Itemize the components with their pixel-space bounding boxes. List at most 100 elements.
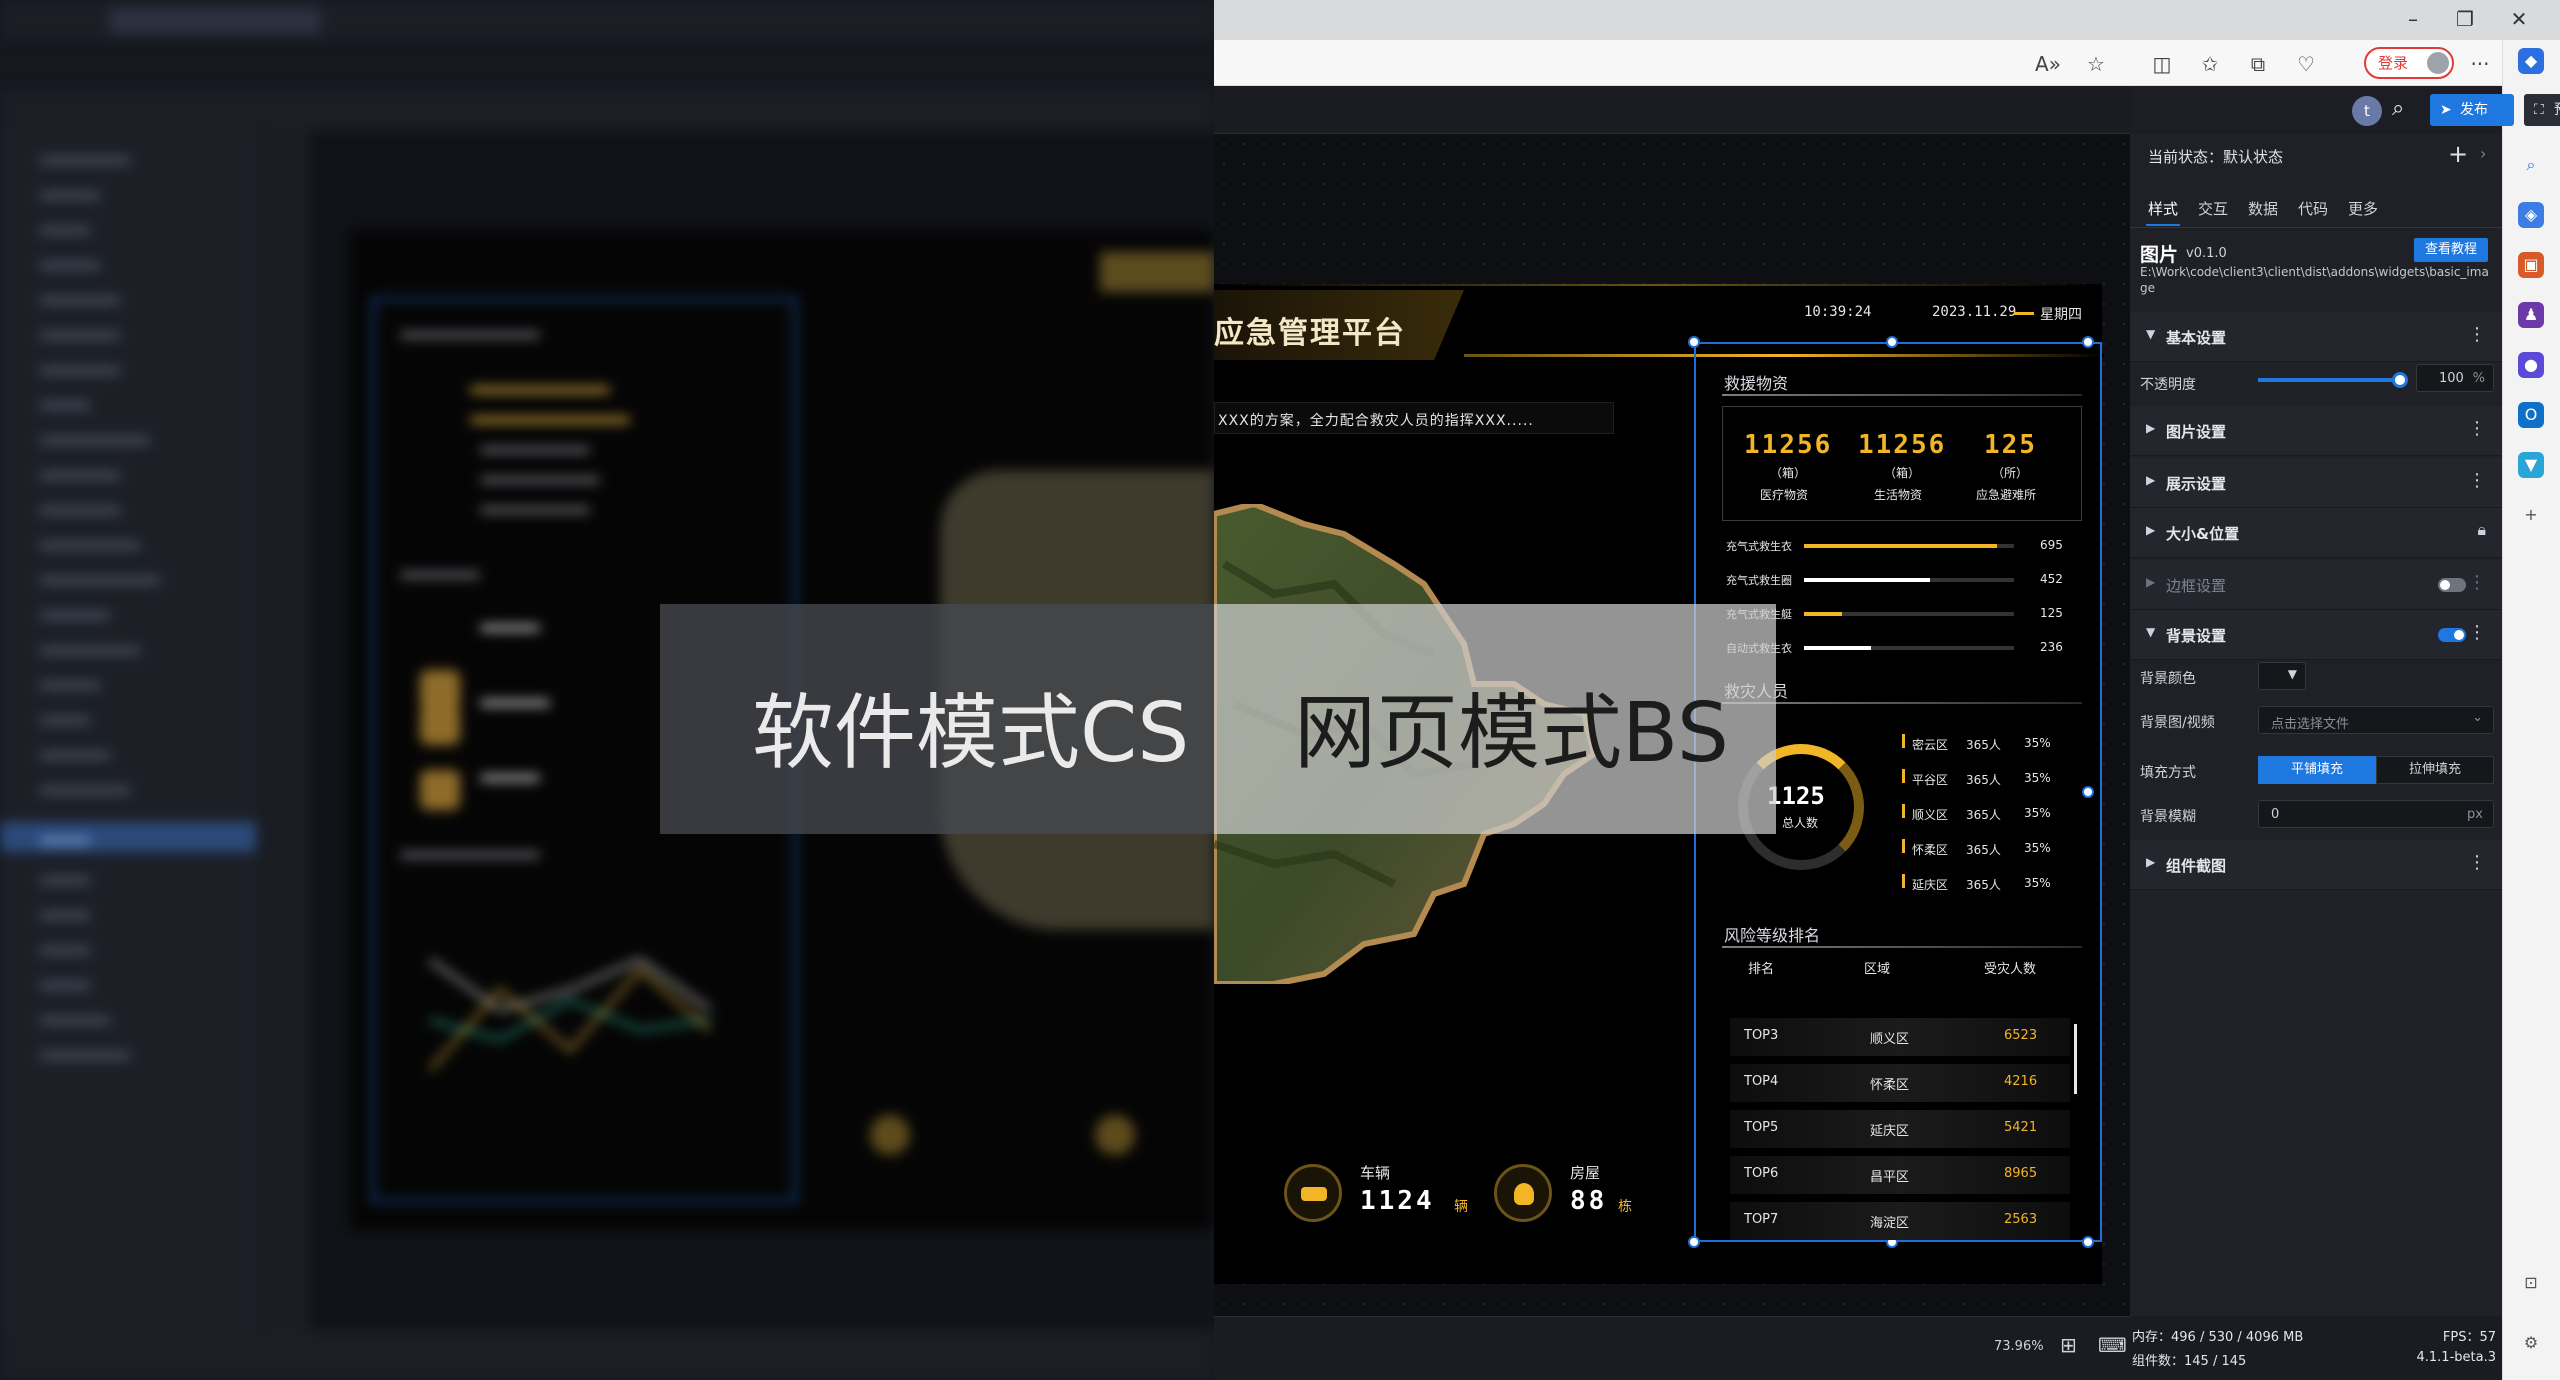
resize-handle[interactable]	[1688, 1236, 1700, 1248]
section-border[interactable]: ▶ 边框设置 ⋮	[2130, 560, 2502, 610]
search-icon[interactable]: ⌕	[2392, 96, 2404, 121]
victim-row-count: 365人	[1966, 738, 2001, 752]
tab-data[interactable]: 数据	[2248, 198, 2278, 219]
bg-color-picker[interactable]: ▼	[2258, 662, 2306, 690]
rescue-card-unit: （箱）	[1770, 466, 1807, 480]
rescue-bar-value: 236	[2040, 640, 2063, 654]
border-toggle[interactable]	[2438, 578, 2466, 592]
zoom-level[interactable]: 73.96%	[1994, 1339, 2044, 1354]
section-screenshot[interactable]: ▶ 组件截图 ⋮	[2130, 840, 2502, 890]
dashboard-title: 应急管理平台	[1214, 316, 1406, 351]
section-display[interactable]: ▶ 展示设置 ⋮	[2130, 458, 2502, 508]
component-path: E:\Work\code\client3\client\dist\addons\…	[2140, 265, 2489, 295]
minimize-icon[interactable]: –	[2400, 6, 2426, 32]
bg-image-select[interactable]: 点击选择文件 ⌄	[2258, 706, 2494, 734]
outlook-icon[interactable]: O	[2518, 402, 2544, 428]
opacity-slider-fill	[2258, 378, 2400, 382]
shopping-tag-icon[interactable]: ◈	[2518, 202, 2544, 228]
active-tab-indicator	[2146, 224, 2180, 226]
fit-screen-icon[interactable]: ⊞	[2060, 1333, 2077, 1357]
resize-handle[interactable]	[2082, 786, 2094, 798]
marquee-text: XXX的方案，全力配合救灾人员的指挥XXX.....	[1218, 413, 1534, 429]
horizontal-ruler: 1000110012001300140015001600170018001900	[1214, 86, 2130, 160]
publish-button[interactable]: ➤ 发布	[2430, 94, 2514, 126]
chevron-right-icon[interactable]: ›	[2480, 144, 2486, 163]
search-icon[interactable]: ⌕	[2518, 152, 2544, 178]
clock-date: 2023.11.29	[1932, 304, 2017, 320]
risk-scrollbar[interactable]	[2074, 1024, 2077, 1094]
view-tutorial-button[interactable]: 查看教程	[2414, 238, 2488, 262]
browser-essentials-icon[interactable]: ♡	[2292, 50, 2320, 78]
background-toggle[interactable]	[2438, 628, 2466, 642]
add-icon[interactable]: +	[2518, 502, 2544, 528]
drop-icon[interactable]: ▼	[2518, 452, 2544, 478]
more-vertical-icon[interactable]: ⋮	[2468, 418, 2486, 439]
section-image[interactable]: ▶ 图片设置 ⋮	[2130, 406, 2502, 456]
favorites-icon[interactable]: ✩	[2196, 50, 2224, 78]
login-button[interactable]: 登录	[2364, 47, 2454, 79]
opacity-input[interactable]: 100 %	[2416, 364, 2494, 392]
more-vertical-icon[interactable]: ⋮	[2468, 470, 2486, 491]
settings-gear-icon[interactable]: ⚙	[2518, 1330, 2544, 1356]
more-vertical-icon[interactable]: ⋮	[2468, 852, 2486, 873]
resize-handle[interactable]	[2082, 336, 2094, 348]
risk-row-rank: TOP4	[1744, 1074, 1779, 1089]
clock-time: 10:39:24	[1804, 304, 1872, 320]
risk-row-count: 4216	[2004, 1074, 2038, 1089]
resize-handle[interactable]	[1886, 336, 1898, 348]
resize-handle[interactable]	[1688, 336, 1700, 348]
house-value: 88	[1570, 1186, 1608, 1216]
user-avatar[interactable]: t	[2352, 96, 2382, 126]
component-count: 组件数：145 / 145	[2132, 1354, 2247, 1369]
tab-interaction[interactable]: 交互	[2198, 198, 2228, 219]
tab-more[interactable]: 更多	[2348, 198, 2378, 219]
keyboard-icon[interactable]: ⌨	[2098, 1333, 2127, 1357]
fill-tile-button[interactable]: 平铺填充	[2258, 756, 2376, 784]
lock-icon[interactable]: 🔒︎	[2477, 520, 2486, 540]
victim-row-percent: 35%	[2024, 841, 2051, 855]
collections-icon[interactable]: ⧉	[2244, 50, 2272, 78]
favorite-star-icon[interactable]: ☆	[2082, 50, 2110, 78]
opacity-slider-handle[interactable]	[2392, 372, 2408, 388]
risk-row-count: 5421	[2004, 1120, 2038, 1135]
split-screen-icon[interactable]: ◫	[2148, 50, 2176, 78]
section-background[interactable]: ▼ 背景设置 ⋮	[2130, 610, 2502, 660]
more-vertical-icon[interactable]: ⋮	[2468, 622, 2486, 643]
tab-code[interactable]: 代码	[2298, 198, 2328, 219]
rescue-bar-fill	[1804, 646, 1871, 650]
section-size-position[interactable]: ▶ 大小&位置 🔒︎	[2130, 508, 2502, 558]
rescue-bar-fill	[1804, 544, 1997, 548]
victim-row-district: 延庆区	[1912, 878, 1949, 892]
house-unit: 栋	[1618, 1199, 1632, 1215]
close-icon[interactable]: ✕	[2506, 6, 2532, 32]
victim-row-percent: 35%	[2024, 736, 2051, 750]
more-vertical-icon[interactable]: ⋮	[2468, 324, 2486, 345]
chevron-right-icon: ▶	[2146, 473, 2156, 487]
chevron-right-icon: ▶	[2146, 575, 2156, 589]
opacity-slider-track[interactable]	[2258, 372, 2408, 388]
bs-mode-text: 网页模式BS	[1294, 686, 1729, 781]
vehicle-unit: 辆	[1454, 1199, 1468, 1215]
fill-stretch-button[interactable]: 拉伸填充	[2376, 756, 2494, 784]
status-bar: 内存：496 / 530 / 4096 MB 组件数：145 / 145 FPS…	[2130, 1316, 2502, 1380]
victim-row-percent: 35%	[2024, 771, 2051, 785]
preview-button[interactable]: ⛶ 预览 ⌄	[2524, 94, 2560, 126]
microsoft365-icon[interactable]: ●	[2518, 352, 2544, 378]
read-aloud-icon[interactable]: A»	[2034, 50, 2062, 78]
resize-handle[interactable]	[2082, 1236, 2094, 1248]
restore-icon[interactable]: ❐	[2452, 6, 2478, 32]
tab-style[interactable]: 样式	[2148, 198, 2178, 219]
add-state-icon[interactable]: +	[2448, 140, 2468, 168]
section-basic[interactable]: ▼ 基本设置 ⋮	[2130, 312, 2502, 362]
games-icon[interactable]: ♟	[2518, 302, 2544, 328]
more-icon[interactable]: ···	[2466, 50, 2494, 78]
victim-row-count: 365人	[1966, 878, 2001, 892]
screenshot-icon[interactable]: ⊡	[2518, 1270, 2544, 1296]
bg-blur-input[interactable]: 0 px	[2258, 800, 2494, 828]
chevron-down-icon: ▼	[2146, 625, 2156, 639]
victim-row-district: 平谷区	[1912, 773, 1949, 787]
more-vertical-icon[interactable]: ⋮	[2468, 572, 2486, 593]
copilot-icon[interactable]: ◆	[2518, 48, 2544, 74]
toolbox-icon[interactable]: ▣	[2518, 252, 2544, 278]
victim-row-percent: 35%	[2024, 876, 2051, 890]
